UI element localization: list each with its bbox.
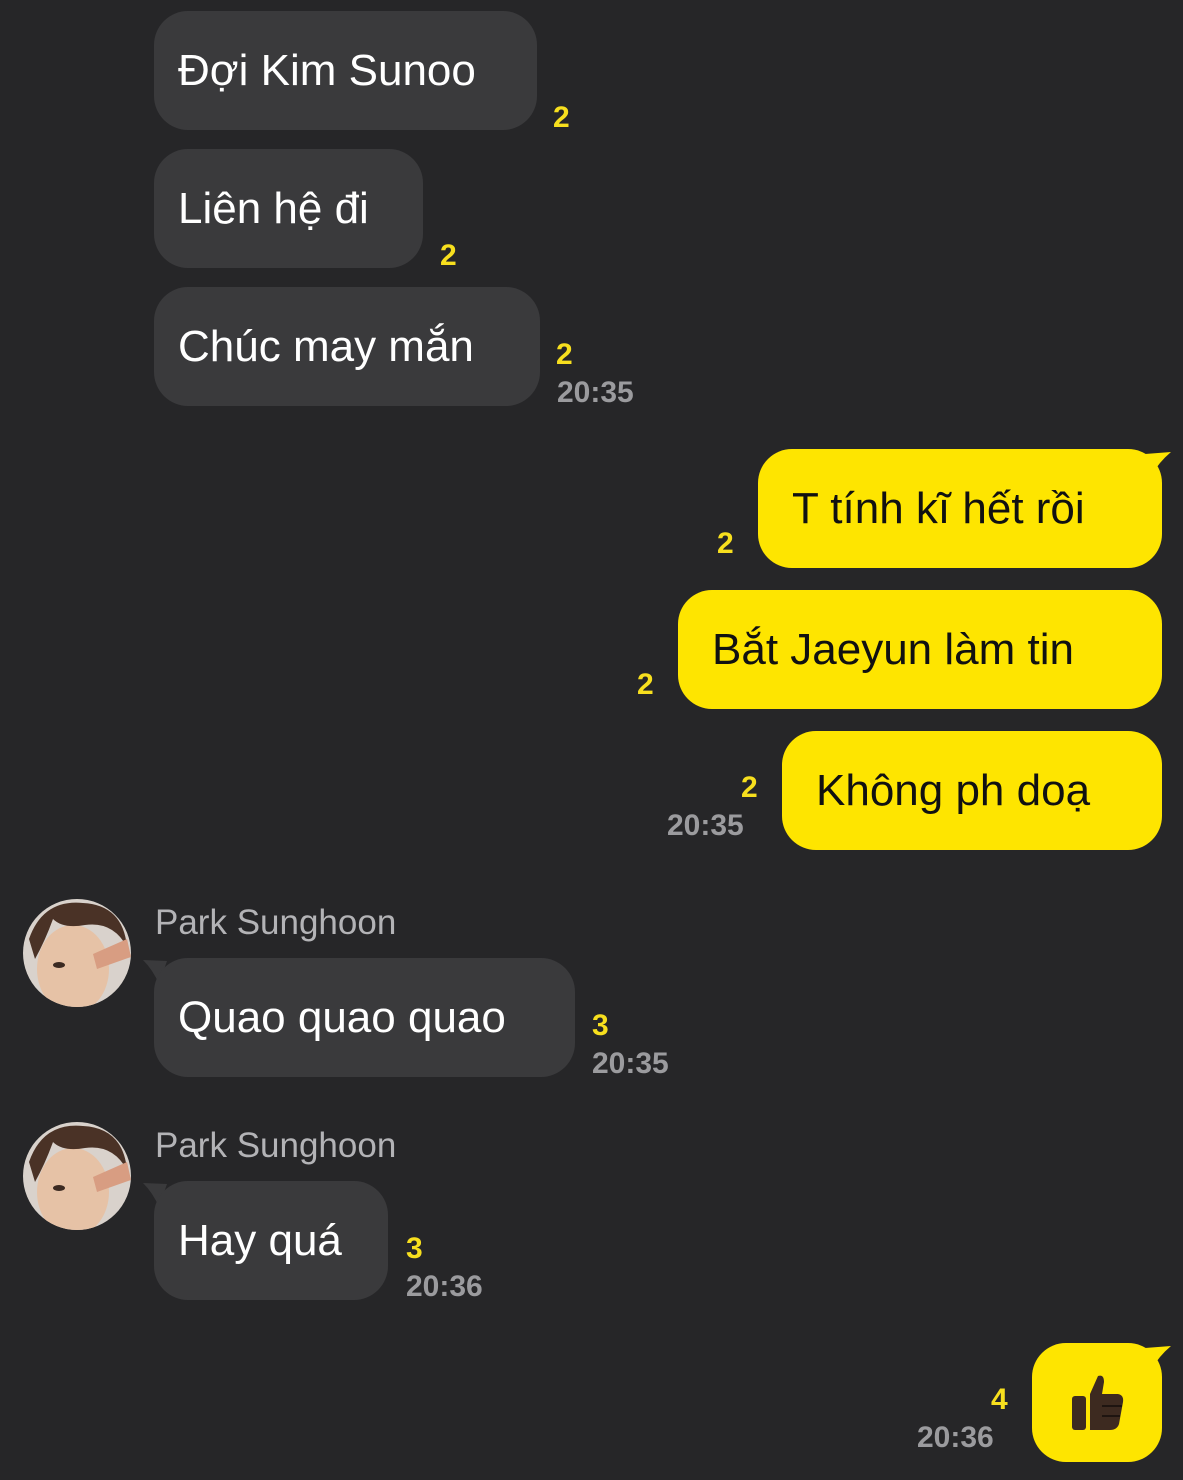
message-timestamp: 20:35	[592, 1047, 669, 1080]
unread-count: 4	[991, 1383, 1008, 1416]
message-bubble-incoming[interactable]: Hay quá	[154, 1181, 388, 1300]
message-timestamp: 20:35	[667, 809, 744, 842]
message-text: Chúc may mắn	[178, 322, 474, 371]
unread-count: 2	[637, 668, 654, 701]
unread-count: 2	[440, 239, 457, 272]
avatar[interactable]	[23, 1122, 131, 1230]
message-text: Hay quá	[178, 1216, 342, 1265]
message-text: Đợi Kim Sunoo	[178, 46, 476, 95]
message-bubble-incoming[interactable]: Đợi Kim Sunoo	[154, 11, 537, 130]
avatar[interactable]	[23, 899, 131, 1007]
profile-photo	[23, 899, 131, 1007]
message-bubble-incoming[interactable]: Liên hệ đi	[154, 149, 423, 268]
message-text: T tính kĩ hết rồi	[792, 484, 1085, 533]
message-text: Quao quao quao	[178, 993, 506, 1042]
message-timestamp: 20:36	[917, 1421, 994, 1454]
message-bubble-incoming[interactable]: Chúc may mắn	[154, 287, 540, 406]
unread-count: 2	[556, 338, 573, 371]
unread-count: 3	[592, 1009, 609, 1042]
message-bubble-incoming[interactable]: Quao quao quao	[154, 958, 575, 1077]
thumbs-up-icon	[1072, 1375, 1124, 1430]
message-bubble-outgoing[interactable]: Bắt Jaeyun làm tin	[678, 590, 1162, 709]
sender-name: Park Sunghoon	[155, 1126, 397, 1165]
message-timestamp: 20:36	[406, 1270, 483, 1303]
sender-name: Park Sunghoon	[155, 903, 397, 942]
message-timestamp: 20:35	[557, 376, 634, 409]
unread-count: 2	[553, 101, 570, 134]
unread-count: 2	[717, 527, 734, 560]
profile-photo	[23, 1122, 131, 1230]
message-bubble-outgoing[interactable]: T tính kĩ hết rồi	[758, 449, 1162, 568]
message-text: Không ph doạ	[816, 766, 1091, 815]
message-text: Liên hệ đi	[178, 184, 369, 233]
message-text: Bắt Jaeyun làm tin	[712, 625, 1074, 674]
unread-count: 3	[406, 1232, 423, 1265]
unread-count: 2	[741, 771, 758, 804]
message-bubble-outgoing[interactable]: Không ph doạ	[782, 731, 1162, 850]
message-bubble-outgoing[interactable]	[1032, 1343, 1162, 1462]
